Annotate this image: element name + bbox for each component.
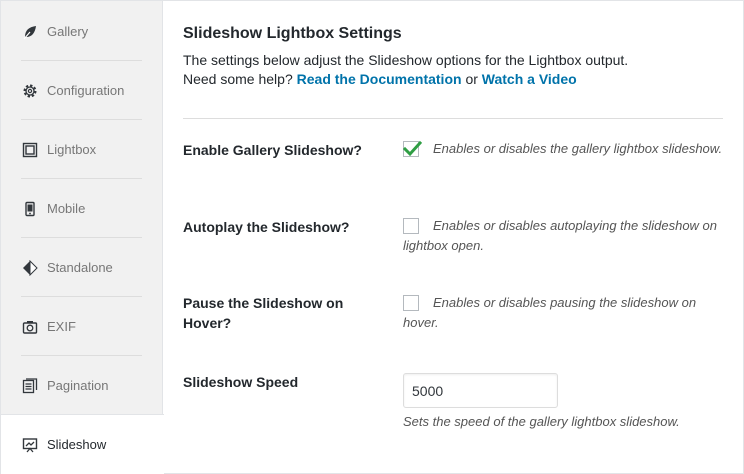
autoplay-slideshow-checkbox[interactable] <box>403 218 419 234</box>
sidebar-item-standalone[interactable]: Standalone <box>1 238 163 297</box>
divider <box>183 118 723 119</box>
sidebar: Gallery Configuration Lightbox Mobile St… <box>1 1 164 474</box>
help-prefix: Need some help? <box>183 71 293 87</box>
mobile-icon <box>21 200 39 218</box>
sidebar-item-label: Mobile <box>47 201 86 216</box>
page-title: Slideshow Lightbox Settings <box>183 25 402 42</box>
sidebar-item-slideshow[interactable]: Slideshow <box>1 414 164 474</box>
slideshow-speed-help: Sets the speed of the gallery lightbox s… <box>403 414 680 429</box>
sidebar-item-exif[interactable]: EXIF <box>1 297 163 356</box>
description: The settings below adjust the Slideshow … <box>183 52 629 68</box>
gear-icon <box>21 82 39 100</box>
pagination-icon <box>21 377 39 395</box>
sidebar-item-label: Slideshow <box>47 437 107 452</box>
sidebar-item-label: Standalone <box>47 260 113 275</box>
slideshow-speed-label: Slideshow Speed <box>183 374 299 390</box>
enable-slideshow-label: Enable Gallery Slideshow? <box>183 142 362 158</box>
pause-on-hover-help: Enables or disables pausing the slidesho… <box>403 295 697 330</box>
autoplay-slideshow-help: Enables or disables autoplaying the slid… <box>403 218 718 253</box>
enable-slideshow-checkbox[interactable] <box>402 140 422 157</box>
camera-icon <box>21 318 39 336</box>
slideshow-icon <box>21 436 39 454</box>
or-text: or <box>465 71 478 87</box>
settings-panel: Gallery Configuration Lightbox Mobile St… <box>0 0 744 474</box>
enable-slideshow-help: Enables or disables the gallery lightbox… <box>433 141 723 156</box>
sidebar-item-label: Gallery <box>47 24 89 39</box>
help-line: Need some help? Read the Documentation o… <box>183 71 577 87</box>
sidebar-item-lightbox[interactable]: Lightbox <box>1 120 163 179</box>
sidebar-item-label: EXIF <box>47 319 76 334</box>
sidebar-item-gallery[interactable]: Gallery <box>1 2 163 61</box>
sidebar-item-pagination[interactable]: Pagination <box>1 356 163 415</box>
slideshow-speed-input[interactable] <box>403 373 558 408</box>
leaf-icon <box>21 23 39 41</box>
watch-video-link[interactable]: Watch a Video <box>482 71 577 87</box>
documentation-link[interactable]: Read the Documentation <box>297 71 462 87</box>
sidebar-item-label: Configuration <box>47 83 125 98</box>
sidebar-item-label: Lightbox <box>47 142 97 157</box>
checkmark-icon <box>402 140 422 157</box>
sidebar-item-label: Pagination <box>47 378 109 393</box>
sidebar-item-configuration[interactable]: Configuration <box>1 61 163 120</box>
lightbox-icon <box>21 141 39 159</box>
pause-on-hover-label: Pause the Slideshow on Hover? <box>183 295 344 331</box>
pause-on-hover-checkbox[interactable] <box>403 295 419 311</box>
standalone-icon <box>21 259 39 277</box>
autoplay-slideshow-label: Autoplay the Slideshow? <box>183 219 350 235</box>
sidebar-item-mobile[interactable]: Mobile <box>1 179 163 238</box>
